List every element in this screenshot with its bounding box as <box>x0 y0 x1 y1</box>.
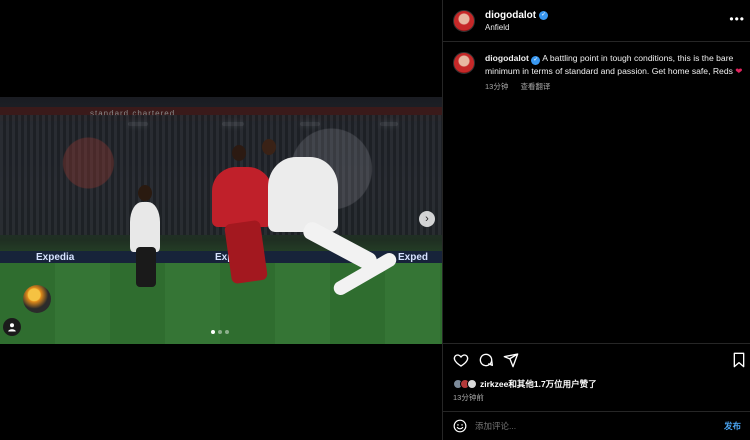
caption-meta: 13分钟 查看翻译 <box>485 81 743 93</box>
verified-icon: ✓ <box>539 10 549 20</box>
comment-input[interactable] <box>475 421 724 431</box>
player-head <box>232 145 246 161</box>
verified-icon: ✓ <box>531 56 541 65</box>
player-white-left <box>130 202 160 252</box>
player-head <box>262 139 276 155</box>
red-heart-emoji: ❤ <box>735 66 743 76</box>
player-legs <box>136 247 156 287</box>
carousel-dot <box>225 330 229 334</box>
emoji-icon[interactable] <box>453 419 467 433</box>
translate-link[interactable]: 查看翻译 <box>520 82 550 91</box>
carousel-indicator <box>211 330 229 334</box>
avatar[interactable] <box>453 9 475 32</box>
avatar[interactable] <box>453 52 475 74</box>
likes-summary[interactable]: zirkzee和其他1.7万位用户赞了 <box>453 378 597 390</box>
ad-text: Expedia <box>36 252 75 263</box>
action-bar <box>443 343 750 379</box>
tag-user-icon[interactable] <box>3 318 21 336</box>
bookmark-icon[interactable] <box>731 352 747 368</box>
more-icon[interactable]: ••• <box>729 12 745 26</box>
post-timestamp: 13分钟前 <box>453 393 484 402</box>
player-red <box>212 167 272 227</box>
media-area: standard chartered Expedia Expedia Exped… <box>0 0 442 440</box>
share-icon[interactable] <box>503 352 519 368</box>
post-side-panel: diogodalot ✓ Anfield ••• diogodalot ✓ A … <box>442 0 750 440</box>
caption-username[interactable]: diogodalot <box>485 53 529 63</box>
chevron-right-icon[interactable]: › <box>419 211 435 227</box>
caption: diogodalot ✓ A battling point in tough c… <box>453 52 743 93</box>
player-white-20 <box>268 157 338 232</box>
carousel-dot <box>218 330 222 334</box>
post-photo[interactable]: standard chartered Expedia Expedia Exped… <box>0 97 442 344</box>
ad-text: Exped <box>398 252 429 263</box>
post-comment-button[interactable]: 发布 <box>724 420 741 432</box>
carousel-dot <box>211 330 215 334</box>
comment-icon[interactable] <box>478 352 494 368</box>
player-head <box>138 185 152 201</box>
likes-text[interactable]: zirkzee和其他1.7万位用户赞了 <box>480 378 597 390</box>
username[interactable]: diogodalot <box>485 10 536 21</box>
post-header: diogodalot ✓ Anfield ••• <box>443 0 750 42</box>
header-names: diogodalot ✓ Anfield <box>485 10 549 32</box>
football <box>23 285 51 313</box>
posted-time: 13分钟 <box>485 82 509 91</box>
caption-body: diogodalot ✓ A battling point in tough c… <box>485 52 743 93</box>
liker-avatar <box>467 379 477 389</box>
username-row: diogodalot ✓ <box>485 10 549 21</box>
location[interactable]: Anfield <box>485 23 548 32</box>
heart-icon[interactable] <box>453 352 469 368</box>
comment-bar: 发布 <box>443 411 750 440</box>
